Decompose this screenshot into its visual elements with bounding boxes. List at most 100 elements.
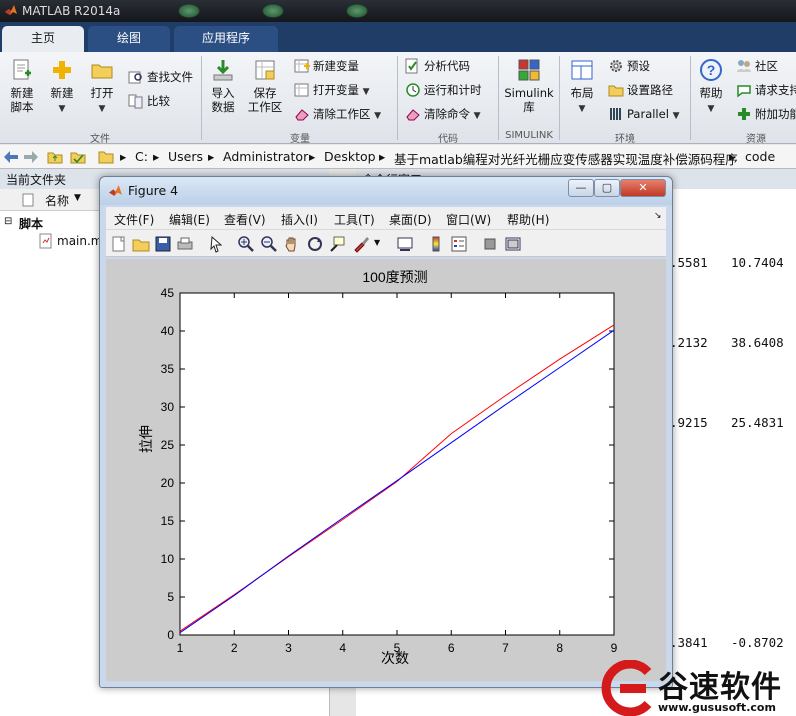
help-button[interactable]: ? 帮助 ▼ <box>694 58 728 116</box>
menu-help[interactable]: 帮助(H) <box>507 211 549 228</box>
new-script-button[interactable]: 新建 脚本 <box>4 58 40 114</box>
clear-workspace-button[interactable]: 清除工作区 ▼ <box>294 105 381 123</box>
menu-window[interactable]: 窗口(W) <box>446 211 491 228</box>
menu-desktop[interactable]: 桌面(D) <box>389 211 432 228</box>
chevron-down-icon: ▼ <box>374 111 382 121</box>
x-tick-label: 4 <box>339 641 346 655</box>
data-cursor-icon[interactable] <box>329 235 347 253</box>
import-data-button[interactable]: 导入 数据 <box>206 58 240 114</box>
path-separator: ▸ <box>379 149 386 164</box>
open-button[interactable]: 打开 ▼ <box>86 58 118 116</box>
back-arrow-icon[interactable] <box>3 150 19 164</box>
app-title: MATLAB R2014a <box>22 4 121 18</box>
group-label-simulink: SIMULINK <box>505 130 553 141</box>
print-icon[interactable] <box>176 235 194 253</box>
link-plot-icon[interactable] <box>396 235 414 253</box>
minimize-button[interactable]: — <box>568 179 594 197</box>
compare-button[interactable]: 比较 <box>128 92 170 110</box>
file-main[interactable]: main.m <box>57 234 103 248</box>
ribbon-separator <box>690 56 691 140</box>
analyze-code-button[interactable]: 分析代码 <box>405 57 470 75</box>
pan-hand-icon[interactable] <box>283 235 301 253</box>
path-segment[interactable]: Desktop <box>324 149 376 164</box>
line-plot[interactable]: 100度预测 123456789 051015202530354045 次数 拉… <box>106 259 666 681</box>
open-variable-label: 打开变量 <box>313 83 359 97</box>
menu-view[interactable]: 查看(V) <box>224 211 266 228</box>
find-files-button[interactable]: 查找文件 <box>128 68 193 86</box>
sort-down-icon[interactable]: ▼ <box>74 193 81 203</box>
compare-label: 比较 <box>147 94 170 108</box>
output-value: .9215 <box>670 415 708 430</box>
figure-titlebar[interactable]: Figure 4 — ▢ ✕ <box>100 177 672 205</box>
simulink-library-button[interactable]: Simulink 库 <box>502 58 556 114</box>
request-support-button[interactable]: 请求支持 <box>736 81 796 99</box>
group-label-variable: 变量 <box>290 134 310 145</box>
column-name[interactable]: 名称 <box>45 192 69 209</box>
menu-insert[interactable]: 插入(I) <box>281 211 318 228</box>
zoom-out-icon[interactable] <box>260 235 278 253</box>
browse-folder-icon[interactable] <box>70 150 86 164</box>
address-bar: ▸ C: ▸ Users ▸ Administrator ▸ Desktop ▸… <box>0 145 796 169</box>
maximize-button[interactable]: ▢ <box>594 179 620 197</box>
show-plot-tools-icon[interactable] <box>504 235 522 253</box>
close-button[interactable]: ✕ <box>620 179 666 197</box>
find-files-icon <box>128 71 142 84</box>
file-icon <box>22 193 34 207</box>
brush-icon[interactable] <box>352 235 370 253</box>
chevron-down-icon: ▼ <box>473 111 481 121</box>
layout-button[interactable]: 布局 ▼ <box>564 58 600 116</box>
open-file-icon[interactable] <box>132 235 150 253</box>
dock-arrow-icon[interactable]: ↘ <box>654 211 662 221</box>
addons-label: 附加功能 <box>755 107 796 121</box>
path-segment[interactable]: 基于matlab编程对光纤光栅应变传感器实现温度补偿源码程序 <box>394 149 738 168</box>
ribbon-separator <box>397 56 398 140</box>
figure-menubar: 文件(F) 编辑(E) 查看(V) 插入(I) 工具(T) 桌面(D) 窗口(W… <box>106 207 666 229</box>
colorbar-icon[interactable] <box>427 235 445 253</box>
new-variable-icon <box>294 59 310 73</box>
menu-file[interactable]: 文件(F) <box>114 211 154 228</box>
up-folder-icon[interactable] <box>47 150 63 164</box>
path-segment[interactable]: Administrator <box>223 149 308 164</box>
menu-tools[interactable]: 工具(T) <box>334 211 375 228</box>
tab-home[interactable]: 主页 <box>2 26 84 52</box>
axes-box[interactable] <box>179 292 615 636</box>
x-tick-label: 1 <box>177 641 184 655</box>
path-separator: ▸ <box>120 149 127 164</box>
new-button[interactable]: 新建 ▼ <box>46 58 78 116</box>
rotate-3d-icon[interactable] <box>306 235 324 253</box>
preferences-button[interactable]: 预设 <box>608 57 650 75</box>
addons-button[interactable]: 附加功能 <box>736 105 796 123</box>
path-segment[interactable]: Users <box>168 149 203 164</box>
legend-icon[interactable] <box>450 235 468 253</box>
zoom-in-icon[interactable] <box>237 235 255 253</box>
y-tick-label: 0 <box>167 628 174 642</box>
figure-window: Figure 4 — ▢ ✕ 文件(F) 编辑(E) 查看(V) 插入(I) 工… <box>99 176 673 688</box>
path-segment[interactable]: C: <box>135 149 148 164</box>
open-variable-button[interactable]: 打开变量 ▼ <box>294 81 370 99</box>
new-figure-icon[interactable] <box>110 235 128 253</box>
menu-edit[interactable]: 编辑(E) <box>169 211 210 228</box>
output-value: 10.7404 <box>731 255 784 270</box>
tab-plots[interactable]: 绘图 <box>88 26 170 52</box>
save-icon[interactable] <box>154 235 172 253</box>
save-workspace-button[interactable]: 保存 工作区 <box>247 58 283 114</box>
group-label-file: 文件 <box>90 134 110 145</box>
hide-plot-tools-icon[interactable] <box>481 235 499 253</box>
run-and-time-button[interactable]: 运行和计时 <box>405 81 482 99</box>
chevron-down-icon[interactable]: ▼ <box>374 238 380 247</box>
tab-apps[interactable]: 应用程序 <box>174 26 278 52</box>
collapse-icon[interactable]: ⊟ <box>4 216 12 227</box>
group-label-code: 代码 <box>438 134 458 145</box>
set-path-button[interactable]: 设置路径 <box>608 81 673 99</box>
pointer-icon[interactable] <box>207 235 225 253</box>
path-segment[interactable]: code <box>745 149 775 164</box>
parallel-button[interactable]: Parallel ▼ <box>608 105 679 123</box>
decorative-orb <box>178 4 200 18</box>
new-variable-button[interactable]: 新建变量 <box>294 57 359 75</box>
plot-title: 100度预测 <box>362 269 427 285</box>
forward-arrow-icon[interactable] <box>23 150 39 164</box>
figure-canvas[interactable]: 100度预测 123456789 0 5 10 15 20 25 30 35 40 45 次数 拉… <box>106 259 666 681</box>
community-button[interactable]: 社区 <box>736 57 778 75</box>
y-axis-label: 拉伸 <box>138 425 154 453</box>
clear-commands-button[interactable]: 清除命令 ▼ <box>405 105 481 123</box>
